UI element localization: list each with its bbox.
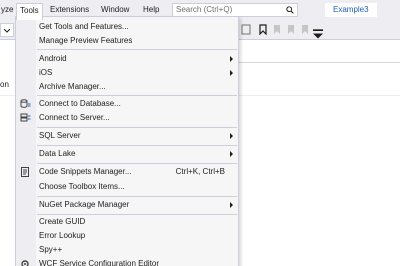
search-placeholder: Search (Ctrl+Q) bbox=[176, 5, 233, 14]
menu-item-label: Code Snippets Manager... bbox=[39, 167, 132, 176]
menu-item-label: Data Lake bbox=[39, 149, 76, 158]
menu-item-shortcut: Ctrl+K, Ctrl+B bbox=[175, 167, 225, 176]
menu-item-spy[interactable]: Spy++ bbox=[17, 242, 239, 257]
toolbar-overflow-icon[interactable] bbox=[313, 28, 323, 39]
menu-item-label: iOS bbox=[39, 68, 53, 77]
tools-dropdown-menu: Get Tools and Features... Manage Preview… bbox=[15, 16, 239, 266]
database-connect-icon bbox=[20, 99, 31, 108]
search-input[interactable]: Search (Ctrl+Q) bbox=[172, 3, 298, 17]
menu-item-get-tools[interactable]: Get Tools and Features... bbox=[17, 19, 239, 34]
submenu-arrow-icon bbox=[230, 56, 233, 62]
menu-item-label: NuGet Package Manager bbox=[39, 200, 130, 209]
menu-help[interactable]: Help bbox=[140, 3, 162, 17]
menu-item-manage-preview[interactable]: Manage Preview Features bbox=[17, 33, 239, 48]
next-bookmark-icon[interactable] bbox=[286, 24, 296, 35]
menu-item-create-guid[interactable]: Create GUID bbox=[17, 214, 239, 229]
editor-partial-text: on bbox=[0, 80, 9, 89]
menu-item-label: Error Lookup bbox=[39, 231, 86, 240]
submenu-arrow-icon bbox=[230, 151, 233, 157]
menu-item-label: WCF Service Configuration Editor bbox=[39, 259, 160, 266]
menu-tools[interactable]: Tools bbox=[16, 3, 43, 20]
chevron-down-icon bbox=[4, 29, 10, 33]
menu-item-label: Choose Toolbox Items... bbox=[39, 182, 125, 191]
clear-bookmarks-icon[interactable] bbox=[300, 24, 310, 35]
toolbar-icon[interactable] bbox=[241, 24, 251, 35]
menu-item-label: Archive Manager... bbox=[39, 82, 106, 91]
menu-item-label: Manage Preview Features bbox=[39, 36, 133, 45]
menu-item-label: Connect to Database... bbox=[39, 99, 121, 108]
menu-item-ios[interactable]: iOS bbox=[17, 65, 239, 80]
menu-item-nuget[interactable]: NuGet Package Manager bbox=[17, 197, 239, 212]
submenu-arrow-icon bbox=[230, 133, 233, 139]
menu-item-label: Create GUID bbox=[39, 217, 86, 226]
bookmark-icon[interactable] bbox=[258, 24, 268, 35]
menu-analyze-partial[interactable]: yze bbox=[0, 3, 16, 17]
menu-item-connect-database[interactable]: Connect to Database... bbox=[17, 96, 239, 111]
menu-item-wcf-config[interactable]: WCF Service Configuration Editor bbox=[17, 256, 239, 266]
menu-item-label: SQL Server bbox=[39, 131, 81, 140]
menu-item-android[interactable]: Android bbox=[17, 51, 239, 66]
menu-item-label: Spy++ bbox=[39, 245, 63, 254]
menu-item-error-lookup[interactable]: Error Lookup bbox=[17, 228, 239, 243]
server-connect-icon bbox=[20, 113, 31, 122]
menu-item-archive-manager[interactable]: Archive Manager... bbox=[17, 79, 239, 94]
menu-item-sql-server[interactable]: SQL Server bbox=[17, 128, 239, 143]
prev-bookmark-icon[interactable] bbox=[272, 24, 282, 35]
search-icon bbox=[286, 6, 294, 14]
toolbar-config-combo[interactable] bbox=[0, 23, 14, 37]
submenu-arrow-icon bbox=[230, 70, 233, 76]
wcf-config-icon bbox=[21, 260, 29, 266]
menu-item-code-snippets[interactable]: Code Snippets Manager... Ctrl+K, Ctrl+B bbox=[17, 164, 239, 179]
menu-item-label: Connect to Server... bbox=[39, 113, 110, 122]
submenu-arrow-icon bbox=[230, 202, 233, 208]
menu-window[interactable]: Window bbox=[98, 3, 132, 17]
menu-item-label: Android bbox=[39, 54, 67, 63]
divider bbox=[236, 62, 400, 63]
menu-extensions[interactable]: Extensions bbox=[47, 3, 92, 17]
menu-item-label: Get Tools and Features... bbox=[39, 22, 129, 31]
project-name-badge[interactable]: Example3 bbox=[325, 3, 377, 17]
code-snippets-icon bbox=[21, 167, 29, 177]
menu-separator bbox=[37, 49, 237, 50]
menu-item-data-lake[interactable]: Data Lake bbox=[17, 146, 239, 161]
menu-item-choose-toolbox[interactable]: Choose Toolbox Items... bbox=[17, 179, 239, 194]
menu-item-connect-server[interactable]: Connect to Server... bbox=[17, 110, 239, 125]
